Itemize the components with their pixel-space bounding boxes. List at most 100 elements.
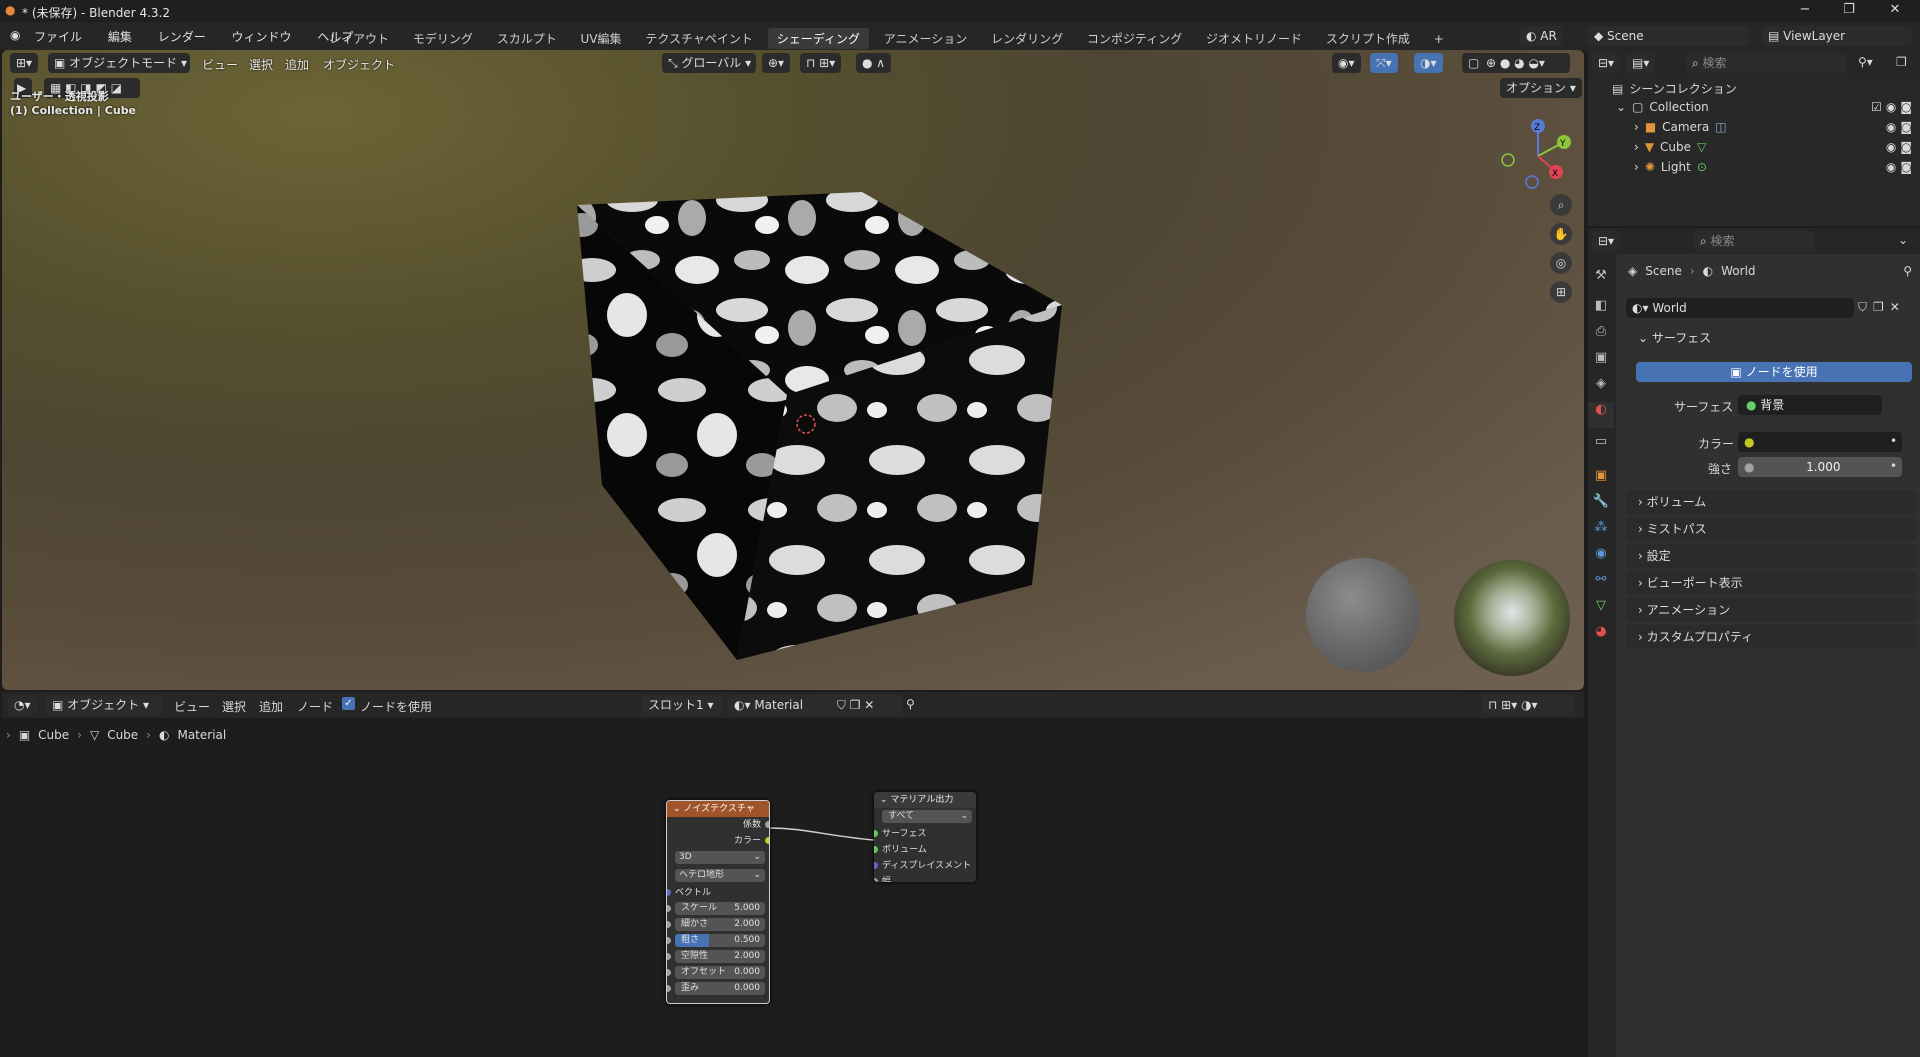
tab-modeling[interactable]: モデリング bbox=[404, 28, 482, 49]
data-tab-icon[interactable]: ▽ bbox=[1588, 598, 1614, 624]
properties-search-input[interactable]: ⌕ 検索 bbox=[1694, 231, 1814, 251]
section-header-4[interactable]: › アニメーション bbox=[1626, 598, 1916, 622]
collection-tab-icon[interactable]: ▭ bbox=[1588, 434, 1614, 460]
viewport-menu-add[interactable]: 追加 bbox=[285, 56, 309, 73]
physics-tab-icon[interactable]: ◉ bbox=[1588, 546, 1614, 572]
scene-selector[interactable]: ◆ Scene bbox=[1588, 26, 1748, 46]
color-keyframe-icon[interactable]: • bbox=[1890, 434, 1897, 448]
close-window-button[interactable]: ✕ bbox=[1880, 2, 1910, 17]
viewport-menu-select[interactable]: 選択 bbox=[249, 56, 273, 73]
noise-input-socket[interactable] bbox=[667, 921, 671, 928]
collection-visibility-icons[interactable]: ☑◉◙ bbox=[1871, 100, 1916, 114]
camera-visibility-icons[interactable]: ◉◙ bbox=[1886, 120, 1916, 134]
outliner-search-input[interactable]: ⌕ 検索 bbox=[1686, 53, 1846, 73]
section-header-3[interactable]: › ビューポート表示 bbox=[1626, 571, 1916, 595]
collection-row[interactable]: ⌄ ▢ Collection ☑◉◙ bbox=[1616, 100, 1916, 114]
tab-sculpt[interactable]: スカルプト bbox=[488, 28, 566, 49]
tab-scripting[interactable]: スクリプト作成 bbox=[1317, 28, 1419, 49]
modifier-tab-icon[interactable]: 🔧 bbox=[1588, 494, 1614, 520]
overlay-toggle-icon[interactable]: ◑▾ bbox=[1414, 53, 1443, 73]
pin-icon[interactable]: ⚲ bbox=[1903, 264, 1912, 278]
use-nodes-checkbox[interactable]: ✓ bbox=[342, 697, 355, 710]
noise-input-socket[interactable] bbox=[667, 937, 671, 944]
new-collection-icon[interactable]: ❐ bbox=[1896, 55, 1907, 69]
pin-icon[interactable]: ⚲ bbox=[906, 697, 915, 711]
surface-section-header[interactable]: ⌄ サーフェス bbox=[1626, 326, 1916, 350]
viewport-menu-object[interactable]: オブジェクト bbox=[323, 56, 395, 73]
minimize-button[interactable]: − bbox=[1790, 2, 1820, 17]
node-editor-type-icon[interactable]: ◔▾ bbox=[8, 695, 37, 715]
add-workspace-icon[interactable]: + bbox=[1425, 30, 1453, 48]
strength-field[interactable]: ● 1.000 bbox=[1738, 457, 1902, 477]
zoom-icon[interactable]: ⌕ bbox=[1550, 194, 1572, 216]
tab-texture-paint[interactable]: テクスチャペイント bbox=[636, 28, 762, 49]
particles-tab-icon[interactable]: ⁂ bbox=[1588, 520, 1614, 546]
view-layer-tab-icon[interactable]: ▣ bbox=[1588, 350, 1614, 376]
use-nodes-button[interactable]: ▣ ノードを使用 bbox=[1636, 362, 1912, 382]
cube-object[interactable] bbox=[562, 130, 1072, 660]
shader-type-selector[interactable]: ▣ オブジェクト ▾ bbox=[46, 695, 162, 715]
material-tab-icon[interactable]: ◕ bbox=[1588, 624, 1614, 650]
noise-input-socket[interactable] bbox=[667, 985, 671, 992]
perspective-toggle-icon[interactable]: ⊞ bbox=[1550, 281, 1572, 303]
3d-viewport[interactable]: ⊞▾ ▣ オブジェクトモード ▾ ビュー 選択 追加 オブジェクト ⤡ グローバ… bbox=[2, 50, 1584, 690]
outliner-type-icon[interactable]: ⊟▾ bbox=[1592, 53, 1621, 73]
noise-texture-node[interactable]: ⌄ ノイズテクスチャ 係数 カラー 3D ⌄ ヘテロ地形 ⌄ ベクトル スケール 5.… bbox=[666, 800, 770, 1004]
noise-field-3[interactable]: 空隙性 2.000 bbox=[675, 950, 765, 963]
vector-socket[interactable] bbox=[667, 889, 671, 896]
pan-hand-icon[interactable]: ✋ bbox=[1550, 223, 1572, 245]
world-datablock-selector[interactable]: ◐▾ World bbox=[1626, 298, 1854, 318]
light-visibility-icons[interactable]: ◉◙ bbox=[1886, 160, 1916, 174]
snap-icon[interactable]: ⊓ ⊞▾ bbox=[800, 53, 842, 73]
display-mode-icon[interactable]: ▤▾ bbox=[1626, 53, 1656, 73]
visibility-icon[interactable]: ◉▾ bbox=[1332, 53, 1361, 73]
noise-type-dropdown[interactable]: ヘテロ地形 ⌄ bbox=[675, 869, 765, 882]
world-actions-icons[interactable]: ⛉❐✕ bbox=[1858, 300, 1906, 315]
section-header-5[interactable]: › カスタムプロパティ bbox=[1626, 625, 1916, 649]
thickness-socket[interactable] bbox=[874, 878, 878, 882]
section-header-2[interactable]: › 設定 bbox=[1626, 544, 1916, 568]
tab-animation[interactable]: アニメーション bbox=[875, 28, 977, 49]
constraints-tab-icon[interactable]: ⚯ bbox=[1588, 572, 1614, 598]
filter-icon[interactable]: ⚲▾ bbox=[1858, 55, 1873, 69]
options-button[interactable]: オプション ▾ bbox=[1500, 78, 1582, 98]
output-node-header[interactable]: ⌄ マテリアル出力 bbox=[874, 792, 976, 808]
noise-field-0[interactable]: スケール 5.000 bbox=[675, 902, 765, 915]
editor-type-icon[interactable]: ⊞▾ bbox=[10, 53, 39, 73]
noise-input-socket[interactable] bbox=[667, 953, 671, 960]
blender-menu-icon[interactable]: ◉ bbox=[10, 28, 20, 42]
node-editor[interactable]: ◔▾ ▣ オブジェクト ▾ ビュー 選択 追加 ノード ✓ ノードを使用 スロッ… bbox=[2, 692, 1584, 1057]
noise-node-header[interactable]: ⌄ ノイズテクスチャ bbox=[667, 801, 769, 817]
view-layer-selector[interactable]: ▤ ViewLayer bbox=[1762, 26, 1912, 46]
menu-window[interactable]: ウィンドウ bbox=[232, 30, 292, 44]
noise-field-5[interactable]: 歪み 0.000 bbox=[675, 982, 765, 995]
world-tab-icon[interactable]: ◐ bbox=[1588, 402, 1614, 428]
node-editor-overlay-icons[interactable]: ⊓ ⊞▾ ◑▾ bbox=[1482, 695, 1574, 715]
output-tab-icon[interactable]: ⎙ bbox=[1588, 324, 1614, 350]
tab-layout[interactable]: レイアウト bbox=[320, 28, 398, 49]
node-menu-node[interactable]: ノード bbox=[297, 698, 333, 715]
navigation-gizmo[interactable]: Z Y X bbox=[1492, 116, 1572, 196]
transform-orientation[interactable]: ⤡ グローバル ▾ bbox=[662, 53, 756, 73]
gizmo-toggle-icon[interactable]: ⤧▾ bbox=[1370, 53, 1398, 73]
color-socket[interactable] bbox=[765, 837, 769, 844]
surface-shader-field[interactable]: ● 背景 bbox=[1738, 395, 1882, 415]
node-menu-select[interactable]: 選択 bbox=[222, 698, 246, 715]
surface-socket[interactable] bbox=[874, 830, 878, 837]
material-selector[interactable]: ◐▾ Material ⛉ ❐ ✕ bbox=[728, 695, 902, 715]
noise-input-socket[interactable] bbox=[667, 905, 671, 912]
fac-socket[interactable] bbox=[765, 821, 769, 828]
proportional-edit-icon[interactable]: ● ∧ bbox=[856, 53, 892, 73]
ar-button[interactable]: ◐ AR bbox=[1520, 26, 1563, 46]
section-header-0[interactable]: › ボリューム bbox=[1626, 490, 1916, 514]
object-tab-icon[interactable]: ▣ bbox=[1588, 468, 1614, 494]
menu-edit[interactable]: 編集 bbox=[108, 30, 132, 44]
outliner-item-cube[interactable]: › ▼ Cube ▽ ◉◙ bbox=[1634, 140, 1916, 154]
node-menu-view[interactable]: ビュー bbox=[174, 698, 210, 715]
color-field[interactable]: ● bbox=[1738, 432, 1902, 452]
outliner-item-camera[interactable]: › ■ Camera ◫ ◉◙ bbox=[1634, 120, 1916, 134]
node-menu-add[interactable]: 追加 bbox=[259, 698, 283, 715]
noise-field-2[interactable]: 粗さ 0.500 bbox=[675, 934, 765, 947]
viewport-menu-view[interactable]: ビュー bbox=[202, 56, 238, 73]
properties-menu-icon[interactable]: ⌄ bbox=[1898, 233, 1908, 247]
